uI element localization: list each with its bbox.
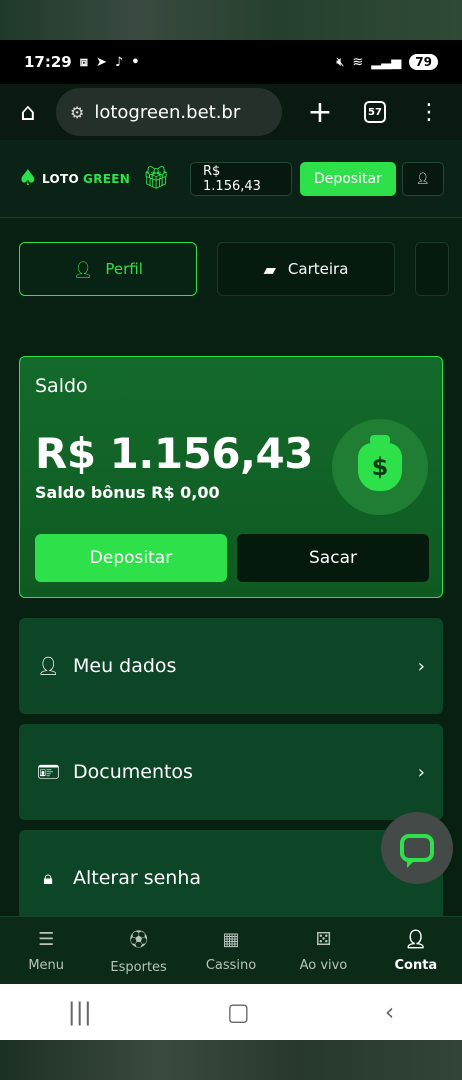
- back-icon[interactable]: ‹: [385, 998, 395, 1026]
- background-blur-top: [0, 0, 462, 40]
- dot-icon: •: [131, 54, 140, 70]
- user-icon: 👤︎: [415, 172, 430, 185]
- url-text: lotogreen.bet.br: [94, 101, 241, 123]
- account-content: 👤︎ Perfil ▰ Carteira Saldo R$ 1.156,43 S…: [0, 218, 462, 926]
- balance-amount: R$ 1.156,43: [35, 429, 313, 478]
- user-icon: 👤︎: [404, 928, 428, 950]
- nav-menu[interactable]: ☰ Menu: [0, 917, 92, 984]
- battery-level: 79: [409, 54, 438, 70]
- account-tabs: 👤︎ Perfil ▰ Carteira: [19, 242, 449, 296]
- plus-icon: +: [307, 94, 333, 130]
- bonus-balance: Saldo bônus R$ 0,00: [35, 483, 220, 502]
- menu-item-documentos[interactable]: 🪪︎ Documentos ›: [19, 724, 443, 820]
- tab-count: 57: [368, 106, 382, 118]
- slot-machine-icon: ▦: [222, 928, 240, 950]
- money-bag-icon: $: [332, 419, 428, 515]
- chevron-right-icon: ›: [417, 761, 425, 783]
- withdraw-button[interactable]: Sacar: [237, 534, 429, 582]
- nav-esportes[interactable]: ⚽︎ Esportes: [92, 917, 184, 984]
- background-blur-bottom: [0, 1040, 462, 1080]
- balance-title: Saldo: [35, 375, 88, 397]
- chat-support-button[interactable]: [381, 812, 453, 884]
- tab-carteira[interactable]: ▰ Carteira: [217, 242, 395, 296]
- deposit-button[interactable]: Depositar: [35, 534, 227, 582]
- header-balance[interactable]: R$ 1.156,43: [190, 161, 292, 196]
- nav-cassino[interactable]: ▦ Cassino: [185, 917, 277, 984]
- hamburger-icon: ☰: [38, 928, 55, 950]
- system-navigation-bar: ||| ▢ ‹: [0, 984, 462, 1040]
- gift-icon[interactable]: 🎁︎: [142, 166, 170, 191]
- nav-conta[interactable]: 👤︎ Conta: [370, 917, 462, 984]
- chevron-right-icon: ›: [417, 655, 425, 677]
- dice-icon: ⚄: [315, 928, 332, 950]
- telegram-icon: ➤: [96, 54, 107, 70]
- new-tab-button[interactable]: +: [300, 95, 340, 130]
- home-circle-icon[interactable]: ▢: [227, 998, 250, 1026]
- header-deposit-button[interactable]: Depositar: [299, 161, 396, 196]
- lotogreen-logo[interactable]: ♠ LOTO GREEN: [18, 166, 130, 191]
- address-bar[interactable]: ⚙ lotogreen.bet.br: [56, 88, 282, 136]
- tab-switcher-button[interactable]: 57: [364, 101, 386, 123]
- nav-ao-vivo[interactable]: ⚄ Ao vivo: [277, 917, 369, 984]
- wifi-icon: ≋: [352, 54, 364, 70]
- spade-icon: ♠: [18, 166, 39, 191]
- balance-card: Saldo R$ 1.156,43 Saldo bônus R$ 0,00 $ …: [19, 356, 443, 598]
- user-lock-icon: 🔒︎: [43, 867, 53, 889]
- screenshot-icon: ⧈: [79, 54, 89, 70]
- browser-toolbar: ⌂ ⚙ lotogreen.bet.br + 57 ⋮: [0, 84, 462, 140]
- tab-next-partial[interactable]: [415, 242, 449, 296]
- tab-perfil[interactable]: 👤︎ Perfil: [19, 242, 197, 296]
- menu-item-alterar-senha[interactable]: 🔒︎ Alterar senha: [19, 830, 443, 926]
- wallet-icon: ▰: [263, 259, 276, 279]
- more-menu-button[interactable]: ⋮: [414, 100, 444, 125]
- user-icon: 👤︎: [37, 655, 60, 677]
- site-settings-icon[interactable]: ⚙: [70, 103, 84, 122]
- id-card-icon: 🪪︎: [37, 761, 60, 783]
- signal-icon: ▂▃▅: [371, 54, 402, 70]
- status-bar: 17:29 ⧈ ➤ ♪ • 🔇︎ ≋ ▂▃▅ 79: [0, 40, 462, 84]
- mute-icon: 🔇︎: [336, 54, 345, 70]
- status-time: 17:29: [24, 53, 72, 71]
- site-header: ♠ LOTO GREEN 🎁︎ R$ 1.156,43 Depositar 👤︎: [0, 140, 462, 218]
- phone-screen: 17:29 ⧈ ➤ ♪ • 🔇︎ ≋ ▂▃▅ 79 ⌂ ⚙ lotogreen.…: [0, 40, 462, 1040]
- more-vert-icon: ⋮: [418, 99, 440, 125]
- menu-item-meu-dados[interactable]: 👤︎ Meu dados ›: [19, 618, 443, 714]
- chat-icon: [400, 834, 434, 868]
- user-icon: 👤︎: [73, 259, 94, 279]
- home-icon: ⌂: [20, 98, 36, 126]
- bottom-navigation: ☰ Menu ⚽︎ Esportes ▦ Cassino ⚄ Ao vivo 👤…: [0, 916, 462, 984]
- soccer-ball-icon: ⚽︎: [129, 930, 148, 951]
- tiktok-icon: ♪: [114, 54, 124, 70]
- recents-icon[interactable]: |||: [68, 998, 92, 1026]
- header-account-button[interactable]: 👤︎: [401, 161, 444, 196]
- home-button[interactable]: ⌂: [10, 94, 46, 130]
